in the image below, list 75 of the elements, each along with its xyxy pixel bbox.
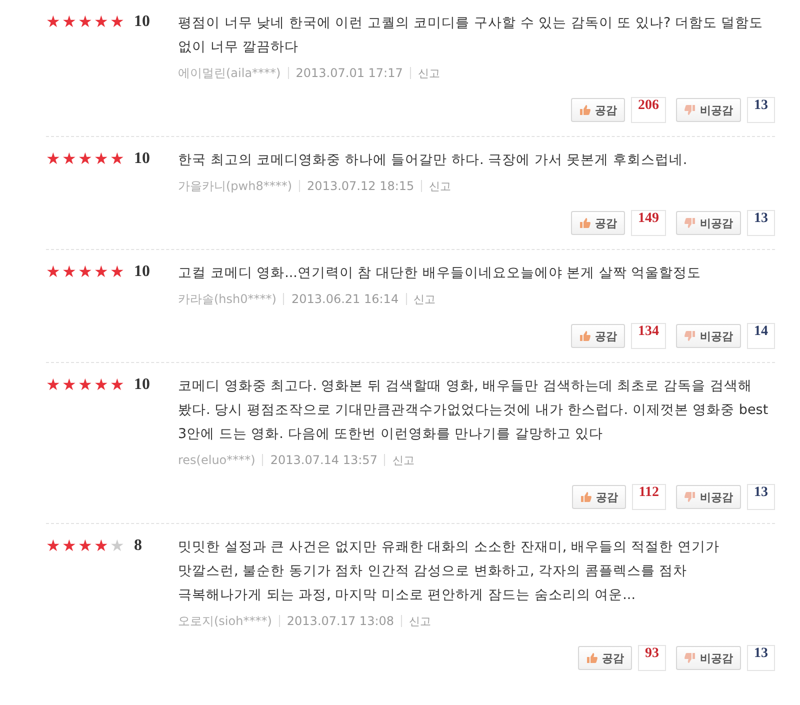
star-icon: ★	[110, 377, 126, 393]
review-text: 고컬 코메디 영화...연기력이 참 대단한 배우들이네요오늘에야 본게 살짝 억울할정도	[178, 264, 702, 283]
thumbs-down-icon	[684, 217, 696, 229]
like-count: 206	[631, 97, 666, 123]
star-icon: ★	[62, 151, 78, 167]
review-text: 코메디 영화중 최고다. 영화본 뒤 검색할때 영화, 배우들만 검색하는데 최초로 감독을 검색해 봤다. 당시 평점조작으로 기대만큼관객수가없었다는것에 내가 한스럽다. 이제껏본 영화중 best 3안에 드는 영화. 다음에 또한번 이런영화를 만나기를 갈망하고 있다	[178, 377, 770, 444]
star-icon: ★	[78, 264, 94, 280]
review-date: 2013.07.14 13:57	[270, 453, 378, 467]
thumbs-down-icon	[684, 104, 696, 116]
review-text: 한국 최고의 코메디영화중 하나에 들어갈만 하다. 극장에 가서 못본게 후회스럽네.	[178, 151, 688, 170]
rating-score: 10	[134, 150, 150, 168]
like-count: 112	[632, 484, 666, 510]
star-icon: ★	[46, 14, 62, 30]
like-button[interactable]: 공감	[571, 211, 625, 235]
star-icon: ★	[62, 538, 78, 554]
rating-score: 10	[134, 13, 150, 31]
author-name: res(eluo****)	[178, 453, 256, 467]
review-date: 2013.07.12 18:15	[307, 179, 414, 193]
thumbs-down-icon	[684, 330, 696, 342]
thumbs-down-icon	[684, 652, 696, 664]
rating-score: 10	[134, 376, 150, 394]
like-count: 134	[631, 323, 666, 349]
star-icon: ★	[62, 264, 78, 280]
like-count: 149	[631, 210, 666, 236]
dislike-button[interactable]: 비공감	[676, 646, 741, 670]
dislike-button[interactable]: 비공감	[676, 211, 741, 235]
review-text: 밋밋한 설정과 큰 사건은 없지만 유쾌한 대화의 소소한 잔재미, 배우들의 적절한 연기가 맛깔스런, 불순한 동기가 점차 인간적 감성으로 변화하고, 각자의 콤플렉스를 점차 극복해나가게 되는 과정, 마지막 미소로 편안하게 잠드는 숨소리의 여운...	[178, 538, 720, 605]
star-icon: ★	[46, 264, 62, 280]
star-icon: ★	[62, 377, 78, 393]
author-name: 오로지(sioh****)	[178, 612, 272, 630]
like-button[interactable]: 공감	[578, 646, 632, 670]
dislike-count: 13	[747, 97, 775, 123]
dislike-count: 14	[747, 323, 775, 349]
star-icon: ★	[110, 264, 126, 280]
like-button[interactable]: 공감	[571, 98, 625, 122]
dislike-button[interactable]: 비공감	[676, 324, 741, 348]
dislike-count: 13	[747, 484, 775, 510]
star-icon: ★	[78, 538, 94, 554]
review-date: 2013.07.01 17:17	[296, 66, 403, 80]
review-date: 2013.06.21 16:14	[291, 292, 399, 306]
star-icon: ★	[94, 264, 110, 280]
review-text: 평점이 너무 낮네 한국에 이런 고퀄의 코미디를 구사할 수 있는 감독이 또 있나? 더함도 덜함도 없이 너무 깔끔하다	[178, 14, 764, 57]
star-icon: ★	[94, 151, 110, 167]
dislike-count: 13	[747, 210, 775, 236]
star-icon: ★	[110, 14, 126, 30]
thumbs-down-icon	[684, 491, 696, 503]
star-icon: ★	[94, 14, 110, 30]
dislike-button[interactable]: 비공감	[676, 98, 741, 122]
thumbs-up-icon	[579, 330, 591, 342]
rating-score: 8	[134, 537, 142, 555]
star-icon: ★	[46, 377, 62, 393]
thumbs-up-icon	[580, 491, 592, 503]
author-name: 에이멀린(aila****)	[178, 64, 281, 82]
star-icon: ★	[78, 151, 94, 167]
dislike-button[interactable]: 비공감	[676, 485, 741, 509]
review-date: 2013.07.17 13:08	[286, 614, 394, 628]
like-button[interactable]: 공감	[572, 485, 626, 509]
thumbs-up-icon	[586, 652, 598, 664]
star-icon: ★	[110, 151, 126, 167]
thumbs-up-icon	[579, 104, 591, 116]
like-count: 93	[638, 645, 666, 671]
star-icon: ★	[94, 538, 110, 554]
star-icon: ★	[78, 14, 94, 30]
star-icon: ★	[94, 377, 110, 393]
star-icon: ★	[110, 538, 126, 554]
thumbs-up-icon	[579, 217, 591, 229]
author-name: 가을카니(pwh8****)	[178, 178, 292, 194]
author-name: 카라솔(hsh0****)	[178, 290, 276, 308]
rating-score: 10	[134, 263, 150, 281]
star-icon: ★	[78, 377, 94, 393]
star-icon: ★	[46, 538, 62, 554]
like-button[interactable]: 공감	[571, 324, 625, 348]
star-icon: ★	[46, 151, 62, 167]
dislike-count: 13	[747, 645, 775, 671]
star-icon: ★	[62, 14, 78, 30]
